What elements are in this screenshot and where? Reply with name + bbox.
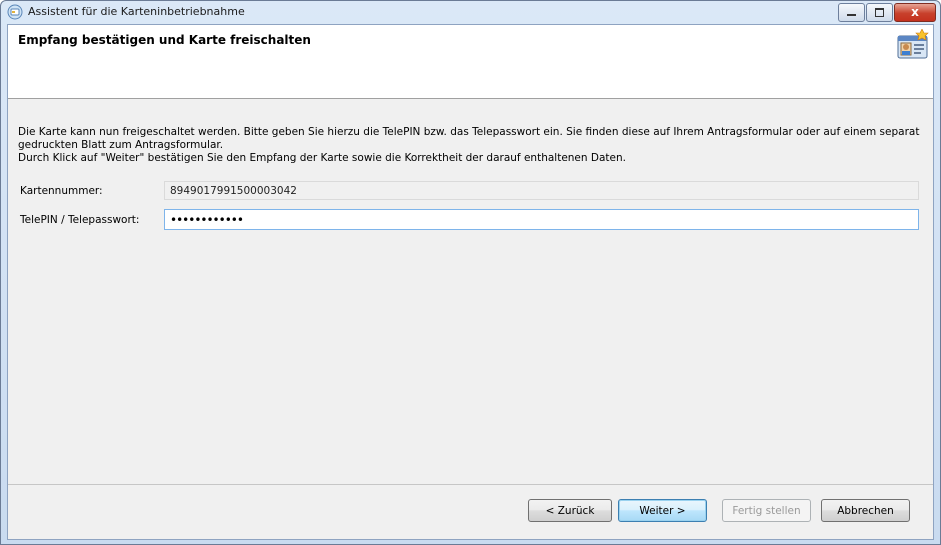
title-bar[interactable]: Assistent für die Karteninbetriebnahme x <box>1 1 940 23</box>
app-icon <box>7 4 23 20</box>
wizard-frame: Empfang bestätigen und Karte freischalte… <box>7 24 934 540</box>
close-button[interactable]: x <box>894 3 936 22</box>
window-title: Assistent für die Karteninbetriebnahme <box>28 5 245 18</box>
pin-input[interactable] <box>164 209 919 230</box>
cancel-button[interactable]: Abbrechen <box>821 499 910 522</box>
card-number-label: Kartennummer: <box>20 185 103 197</box>
instructions-text: Die Karte kann nun freigeschaltet werden… <box>18 126 921 165</box>
wizard-window: Assistent für die Karteninbetriebnahme x… <box>0 0 941 545</box>
instructions-line-1: Die Karte kann nun freigeschaltet werden… <box>18 126 920 151</box>
instructions-line-2: Durch Klick auf "Weiter" bestätigen Sie … <box>18 152 626 164</box>
wizard-header: Empfang bestätigen und Karte freischalte… <box>8 25 933 99</box>
window-controls: x <box>837 3 936 22</box>
pin-label: TelePIN / Telepasswort: <box>20 214 140 226</box>
minimize-button[interactable] <box>838 3 865 22</box>
back-button[interactable]: < Zurück <box>528 499 612 522</box>
next-button[interactable]: Weiter > <box>618 499 707 522</box>
finish-button[interactable]: Fertig stellen <box>722 499 811 522</box>
wizard-footer: < Zurück Weiter > Fertig stellen Abbrech… <box>8 484 933 539</box>
page-title: Empfang bestätigen und Karte freischalte… <box>18 33 311 47</box>
card-number-field: 8949017991500003042 <box>164 181 919 200</box>
id-card-icon <box>897 29 929 59</box>
maximize-button[interactable] <box>866 3 893 22</box>
wizard-content: Die Karte kann nun freigeschaltet werden… <box>8 99 933 485</box>
close-icon: x <box>911 5 919 19</box>
